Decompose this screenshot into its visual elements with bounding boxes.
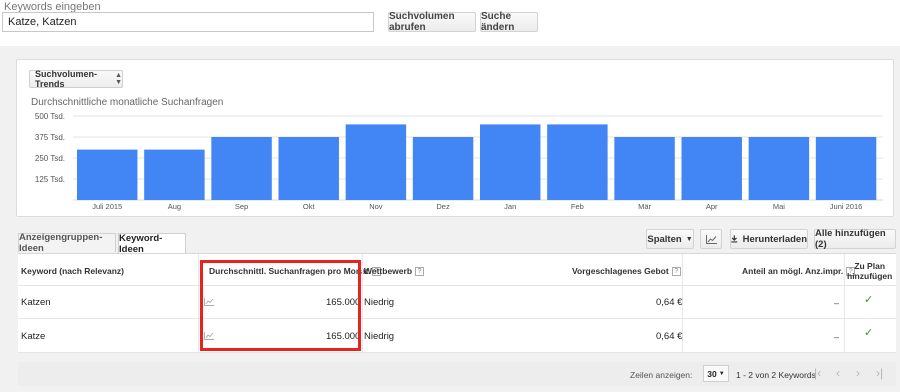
header-add-to-plan: Zu Plan hinzufügen (847, 261, 892, 281)
header-add-to-plan-line1: Zu Plan (854, 261, 886, 271)
row-keyword: Katzen (21, 297, 51, 308)
line-chart-icon (705, 234, 717, 244)
x-tick-label: Nov (369, 202, 383, 211)
tab-keyword-ideas[interactable]: Keyword-Ideen (118, 233, 186, 255)
chart-bar[interactable] (77, 149, 138, 200)
column-divider (362, 254, 363, 353)
x-tick-label: Apr (706, 202, 718, 211)
x-tick-label: Mär (638, 202, 651, 211)
chart-bar[interactable] (480, 124, 541, 200)
x-tick-label: Juni 2016 (830, 202, 863, 211)
highlight-box (200, 260, 361, 351)
last-page-icon[interactable]: ›| (876, 366, 883, 380)
keyword-input[interactable] (2, 12, 374, 32)
header-keyword[interactable]: Keyword (nach Relevanz) (21, 266, 124, 276)
checkmark-icon[interactable]: ✓ (864, 326, 873, 339)
row-impression-share: – (834, 332, 840, 342)
chart-bar[interactable] (547, 124, 608, 200)
columns-button-label: Spalten (647, 233, 682, 245)
header-add-to-plan-line2: hinzufügen (847, 271, 893, 281)
row-impression-share: – (834, 298, 840, 308)
help-icon[interactable]: ? (415, 267, 425, 277)
search-panel: Keywords eingeben Suchvolumen abrufen Su… (0, 0, 900, 46)
x-tick-label: Jan (504, 202, 516, 211)
x-tick-label: Sep (235, 202, 248, 211)
y-tick-label: 250 Tsd. (35, 154, 65, 163)
y-tick-label: 500 Tsd. (35, 112, 65, 121)
chart-bar[interactable] (211, 137, 272, 200)
row-suggested-bid: 0,64 € (656, 331, 683, 342)
chart-bar[interactable] (345, 124, 407, 200)
y-tick-label: 375 Tsd. (35, 133, 65, 142)
header-impression-share[interactable]: Anteil an mögl. Anz.impr.? (742, 266, 856, 277)
column-divider (844, 254, 845, 353)
row-divider (18, 285, 896, 286)
trend-chart-card: Suchvolumen-Trends ▲ ▼ Durchschnittliche … (16, 59, 894, 217)
row-keyword: Katze (21, 331, 46, 342)
help-icon[interactable]: ? (671, 267, 681, 277)
chevron-down-icon: ▼ (718, 370, 725, 377)
row-suggested-bid: 0,64 € (656, 297, 683, 308)
pagination-range: 1 - 2 von 2 Keywords (736, 370, 816, 380)
chart-bar[interactable] (278, 137, 339, 200)
header-competition[interactable]: Wettbewerb? (364, 266, 425, 277)
trend-chart: 125 Tsd. 250 Tsd. 375 Tsd. 500 Tsd. Juli 201… (35, 112, 883, 211)
chart-bar[interactable] (815, 137, 877, 200)
get-volume-button[interactable]: Suchvolumen abrufen (388, 11, 476, 33)
row-divider (18, 318, 896, 319)
row-competition: Niedrig (364, 331, 395, 342)
prev-page-icon[interactable]: ‹ (836, 366, 840, 380)
x-tick-label: Juli 2015 (92, 202, 122, 211)
header-suggested-bid[interactable]: Vorgeschlagenes Gebot? (572, 266, 681, 277)
x-tick-label: Okt (303, 202, 316, 211)
rows-per-page-label: Zeilen anzeigen: (630, 370, 693, 380)
column-divider (198, 254, 199, 353)
download-button-label: Herunterladen (742, 233, 807, 245)
row-divider (18, 352, 896, 353)
first-page-icon[interactable]: |‹ (814, 366, 821, 380)
header-impression-share-label: Anteil an mögl. Anz.impr. (742, 266, 844, 276)
change-search-button[interactable]: Suche ändern (480, 11, 538, 33)
download-icon (731, 235, 738, 243)
rows-per-page-select[interactable]: 30 ▼ (703, 365, 729, 382)
add-all-button[interactable]: Alle hinzufügen (2) (814, 228, 896, 250)
chart-bar[interactable] (681, 137, 742, 200)
columns-button[interactable]: Spalten ▼ (646, 229, 694, 249)
next-page-icon[interactable]: › (856, 366, 860, 380)
chart-bar[interactable] (144, 149, 205, 200)
header-suggested-bid-label: Vorgeschlagenes Gebot (572, 266, 669, 276)
x-tick-label: Mai (773, 202, 785, 211)
chart-bar[interactable] (748, 137, 810, 200)
x-tick-label: Aug (168, 202, 181, 211)
chart-toggle-button[interactable] (700, 229, 722, 249)
x-tick-label: Feb (571, 202, 584, 211)
y-tick-label: 125 Tsd. (35, 175, 65, 184)
download-button[interactable]: Herunterladen (730, 229, 808, 249)
row-competition: Niedrig (364, 297, 395, 308)
checkmark-icon[interactable]: ✓ (864, 293, 873, 306)
header-competition-label: Wettbewerb (364, 266, 413, 276)
x-tick-label: Dez (436, 202, 450, 211)
chevron-down-icon: ▼ (685, 235, 693, 243)
chart-bar[interactable] (614, 137, 675, 200)
rows-per-page-value: 30 (707, 368, 717, 379)
chart-bar[interactable] (412, 137, 474, 200)
tab-ad-group-ideas[interactable]: Anzeigengruppen-Ideen (18, 232, 116, 254)
